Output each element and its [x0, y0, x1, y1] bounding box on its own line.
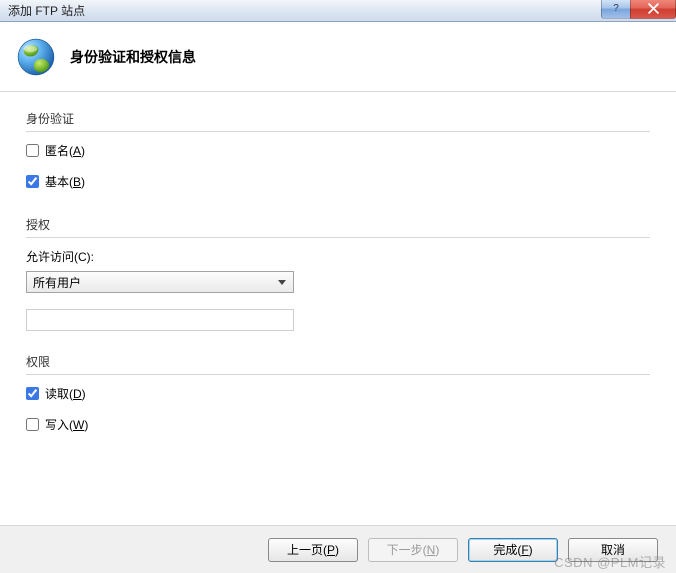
allow-access-combo[interactable]: 所有用户: [26, 271, 294, 293]
basic-label[interactable]: 基本(B): [45, 173, 85, 190]
wizard-header: 身份验证和授权信息: [0, 22, 676, 92]
read-checkbox[interactable]: [26, 387, 39, 400]
finish-button[interactable]: 完成(F): [468, 538, 558, 562]
window-titlebar: 添加 FTP 站点 ?: [0, 0, 676, 22]
permissions-group-label: 权限: [26, 353, 650, 370]
auth-basic-row: 基本(B): [26, 173, 650, 190]
divider: [26, 237, 650, 238]
read-label[interactable]: 读取(D): [45, 385, 86, 402]
anonymous-label[interactable]: 匿名(A): [45, 142, 85, 159]
write-label[interactable]: 写入(W): [45, 416, 88, 433]
window-buttons: ?: [602, 0, 676, 19]
prev-button[interactable]: 上一页(P): [268, 538, 358, 562]
perm-write-row: 写入(W): [26, 416, 650, 433]
help-icon: ?: [613, 0, 619, 20]
wizard-footer: 上一页(P) 下一步(N) 完成(F) 取消: [0, 525, 676, 573]
wizard-content: 身份验证 匿名(A) 基本(B) 授权 允许访问(C): 所有用户 权限 读取(…: [0, 92, 676, 524]
basic-checkbox[interactable]: [26, 175, 39, 188]
authorize-extra-input[interactable]: [26, 309, 294, 331]
close-icon: [648, 3, 659, 14]
write-checkbox[interactable]: [26, 418, 39, 431]
divider: [26, 131, 650, 132]
globe-icon: [14, 35, 58, 79]
auth-anonymous-row: 匿名(A): [26, 142, 650, 159]
help-button[interactable]: ?: [601, 0, 631, 19]
perm-read-row: 读取(D): [26, 385, 650, 402]
combo-selected-text: 所有用户: [33, 274, 273, 291]
anonymous-checkbox[interactable]: [26, 144, 39, 157]
page-title: 身份验证和授权信息: [70, 47, 196, 67]
window-title: 添加 FTP 站点: [8, 4, 85, 18]
close-button[interactable]: [630, 0, 676, 19]
cancel-button[interactable]: 取消: [568, 538, 658, 562]
divider: [26, 374, 650, 375]
auth-group-label: 身份验证: [26, 110, 650, 127]
combo-dropdown-button[interactable]: [273, 273, 291, 291]
chevron-down-icon: [278, 280, 286, 285]
allow-access-label: 允许访问(C):: [26, 248, 650, 265]
authorize-group-label: 授权: [26, 216, 650, 233]
next-button: 下一步(N): [368, 538, 458, 562]
